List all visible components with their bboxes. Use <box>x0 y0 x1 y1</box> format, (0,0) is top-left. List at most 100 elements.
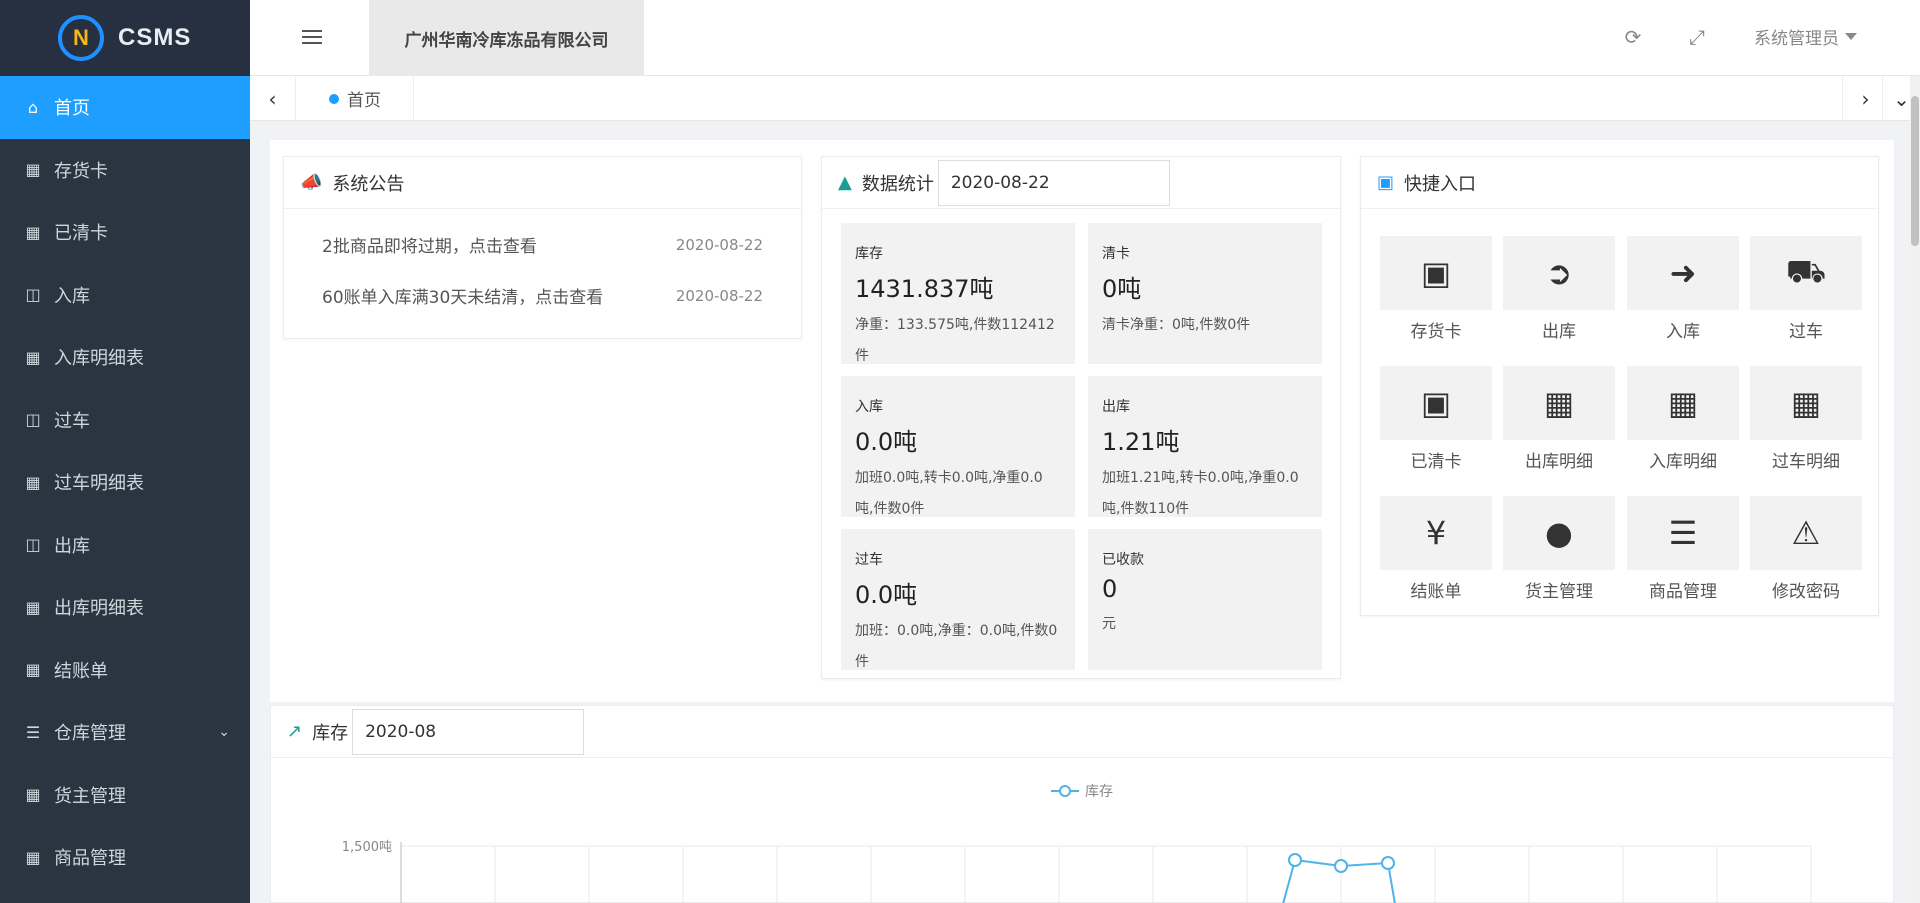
sidebar-item-inbound[interactable]: ◫ 入库 <box>0 264 250 327</box>
stats-title: 数据统计 <box>861 173 934 195</box>
quick-password-button[interactable]: ⚠ <box>1750 496 1862 570</box>
data-point[interactable] <box>1381 856 1395 870</box>
calendar-icon: ▦ <box>1667 384 1699 422</box>
stats-card: ▲ 数据统计 2020-08-22 库存 1431.837吨 净重：133.57… <box>821 156 1341 679</box>
notice-date: 2020-08-22 <box>675 286 763 305</box>
sidebar-item-transfer[interactable]: ◫ 过车 <box>0 389 250 452</box>
table-icon: ▦ <box>25 597 41 617</box>
caret-down-icon <box>1845 33 1857 40</box>
notice-date: 2020-08-22 <box>675 235 763 254</box>
sidebar-item-inventory-card[interactable]: ▦ 存货卡 <box>0 139 250 202</box>
stat-label: 入库 <box>855 399 883 415</box>
stat-value: 0吨 <box>1102 275 1142 303</box>
sidebar-item-transfer-detail[interactable]: ▦ 过车明细表 <box>0 451 250 514</box>
data-point[interactable] <box>1334 859 1348 873</box>
notice-item[interactable]: 2批商品即将过期，点击查看 2020-08-22 <box>322 219 801 270</box>
top-header: 广州华南冷库冻品有限公司 ⟳ ⤢ 系统管理员 <box>250 0 1920 76</box>
scroll-thumb[interactable] <box>1911 96 1919 246</box>
fullscreen-icon[interactable]: ⤢ <box>1686 25 1708 49</box>
stat-label: 过车 <box>855 552 883 568</box>
sidebar-item-label: 出库 <box>54 535 90 557</box>
quick-label: 修改密码 <box>1772 582 1840 602</box>
quick-outbound-detail-button[interactable]: ▦ <box>1503 366 1615 440</box>
sidebar-item-label: 入库明细表 <box>54 348 144 370</box>
quick-outbound-button[interactable]: ➲ <box>1503 236 1615 310</box>
tab-home[interactable]: 首页 <box>297 76 414 121</box>
stat-label: 库存 <box>855 246 883 262</box>
menu-toggle-icon[interactable] <box>302 26 322 48</box>
page-scrollbar[interactable] <box>1910 76 1920 903</box>
quick-label: 商品管理 <box>1649 582 1717 602</box>
tab-bar: ‹ 首页 › ⌄ <box>250 76 1920 121</box>
stat-value: 1431.837吨 <box>855 275 994 303</box>
tab-prev-icon[interactable]: ‹ <box>250 76 296 121</box>
excel-file-icon: ◫ <box>25 285 41 305</box>
stat-label: 已收款 <box>1102 552 1144 568</box>
stat-value: 0 <box>1102 575 1118 603</box>
sidebar-item-product[interactable]: ▦ 商品管理 <box>0 826 250 889</box>
warning-icon: ▲ <box>838 172 852 193</box>
company-name[interactable]: 广州华南冷库冻品有限公司 <box>369 0 644 76</box>
sidebar-item-label: 货主管理 <box>54 785 126 807</box>
sidebar-item-label: 存货卡 <box>54 160 108 182</box>
stat-detail: 加班1.21吨,转卡0.0吨,净重0.0吨,件数110件 <box>1102 470 1299 517</box>
sidebar-item-inbound-detail[interactable]: ▦ 入库明细表 <box>0 326 250 389</box>
table-icon: ▦ <box>25 347 41 367</box>
app-logo[interactable]: CSMS <box>0 0 250 76</box>
bars-icon: ☰ <box>1668 514 1698 552</box>
stat-value: 1.21吨 <box>1102 428 1180 456</box>
quick-inbound-detail-button[interactable]: ▦ <box>1627 366 1739 440</box>
sidebar-item-billing[interactable]: ▦ 结账单 <box>0 639 250 702</box>
notice-header: 📣 系统公告 <box>284 157 801 209</box>
sidebar-item-owner[interactable]: ▦ 货主管理 <box>0 764 250 827</box>
sidebar-item-outbound-detail[interactable]: ▦ 出库明细表 <box>0 576 250 639</box>
stat-box-transfer: 过车 0.0吨 加班：0.0吨,净重：0.0吨,件数0件 <box>841 529 1075 670</box>
chevron-down-icon: ⌄ <box>218 724 230 741</box>
stat-detail: 加班：0.0吨,净重：0.0吨,件数0件 <box>855 623 1058 670</box>
grid-icon: ▦ <box>25 785 41 805</box>
quick-label: 过车 <box>1789 322 1823 342</box>
app-name: CSMS <box>118 24 192 51</box>
quick-label: 已清卡 <box>1410 452 1462 472</box>
notice-title: 系统公告 <box>332 173 405 195</box>
chart-grid <box>400 845 1812 903</box>
quick-label: 货主管理 <box>1525 582 1593 602</box>
stats-date-input[interactable]: 2020-08-22 <box>937 159 1170 206</box>
sidebar-item-label: 已清卡 <box>54 223 108 245</box>
notice-list: 2批商品即将过期，点击查看 2020-08-22 60账单入库满30天未结清，点… <box>284 209 801 321</box>
sidebar-item-outbound[interactable]: ◫ 出库 <box>0 514 250 577</box>
sidebar-item-warehouse[interactable]: ☰ 仓库管理 ⌄ <box>0 701 250 764</box>
quick-transfer-detail-button[interactable]: ▦ <box>1750 366 1862 440</box>
user-menu[interactable]: 系统管理员 <box>1754 24 1857 49</box>
quick-transfer-button[interactable]: ⛟ <box>1750 236 1862 310</box>
excel-file-icon: ◫ <box>25 535 41 555</box>
stat-detail: 加班0.0吨,转卡0.0吨,净重0.0吨,件数0件 <box>855 470 1043 517</box>
quick-inventory-card-button[interactable]: ▣ <box>1380 236 1492 310</box>
sidebar-item-label: 出库明细表 <box>54 598 144 620</box>
quick-label: 过车明细 <box>1772 452 1840 472</box>
calendar-icon: ▦ <box>1543 384 1575 422</box>
tab-label: 首页 <box>347 91 381 111</box>
notice-item[interactable]: 60账单入库满30天未结清，点击查看 2020-08-22 <box>322 270 801 321</box>
refresh-icon[interactable]: ⟳ <box>1622 25 1644 49</box>
data-point[interactable] <box>1288 853 1302 867</box>
stat-box-inbound: 入库 0.0吨 加班0.0吨,转卡0.0吨,净重0.0吨,件数0件 <box>841 376 1075 517</box>
grid-icon: ▦ <box>25 222 41 242</box>
quick-cleared-card-button[interactable]: ▣ <box>1380 366 1492 440</box>
logo-mark-icon <box>58 15 104 61</box>
sidebar-item-label: 商品管理 <box>54 848 126 870</box>
sidebar-item-home[interactable]: ⌂ 首页 <box>0 76 250 139</box>
sidebar-item-cleared-card[interactable]: ▦ 已清卡 <box>0 201 250 264</box>
quick-billing-button[interactable]: ¥ <box>1380 496 1492 570</box>
sidebar-item-label: 入库 <box>54 285 90 307</box>
grid-icon: ▦ <box>25 160 41 180</box>
quick-product-button[interactable]: ☰ <box>1627 496 1739 570</box>
excel-file-icon: ◫ <box>25 410 41 430</box>
grid-icon: ▦ <box>25 847 41 867</box>
stat-box-received: 已收款 0 元 <box>1088 529 1322 670</box>
quick-inbound-button[interactable]: ➜ <box>1627 236 1739 310</box>
stat-box-outbound: 出库 1.21吨 加班1.21吨,转卡0.0吨,净重0.0吨,件数110件 <box>1088 376 1322 517</box>
truck-icon: ⛟ <box>1785 252 1827 290</box>
quick-owner-button[interactable]: ● <box>1503 496 1615 570</box>
warning-icon: ⚠ <box>1791 514 1821 552</box>
